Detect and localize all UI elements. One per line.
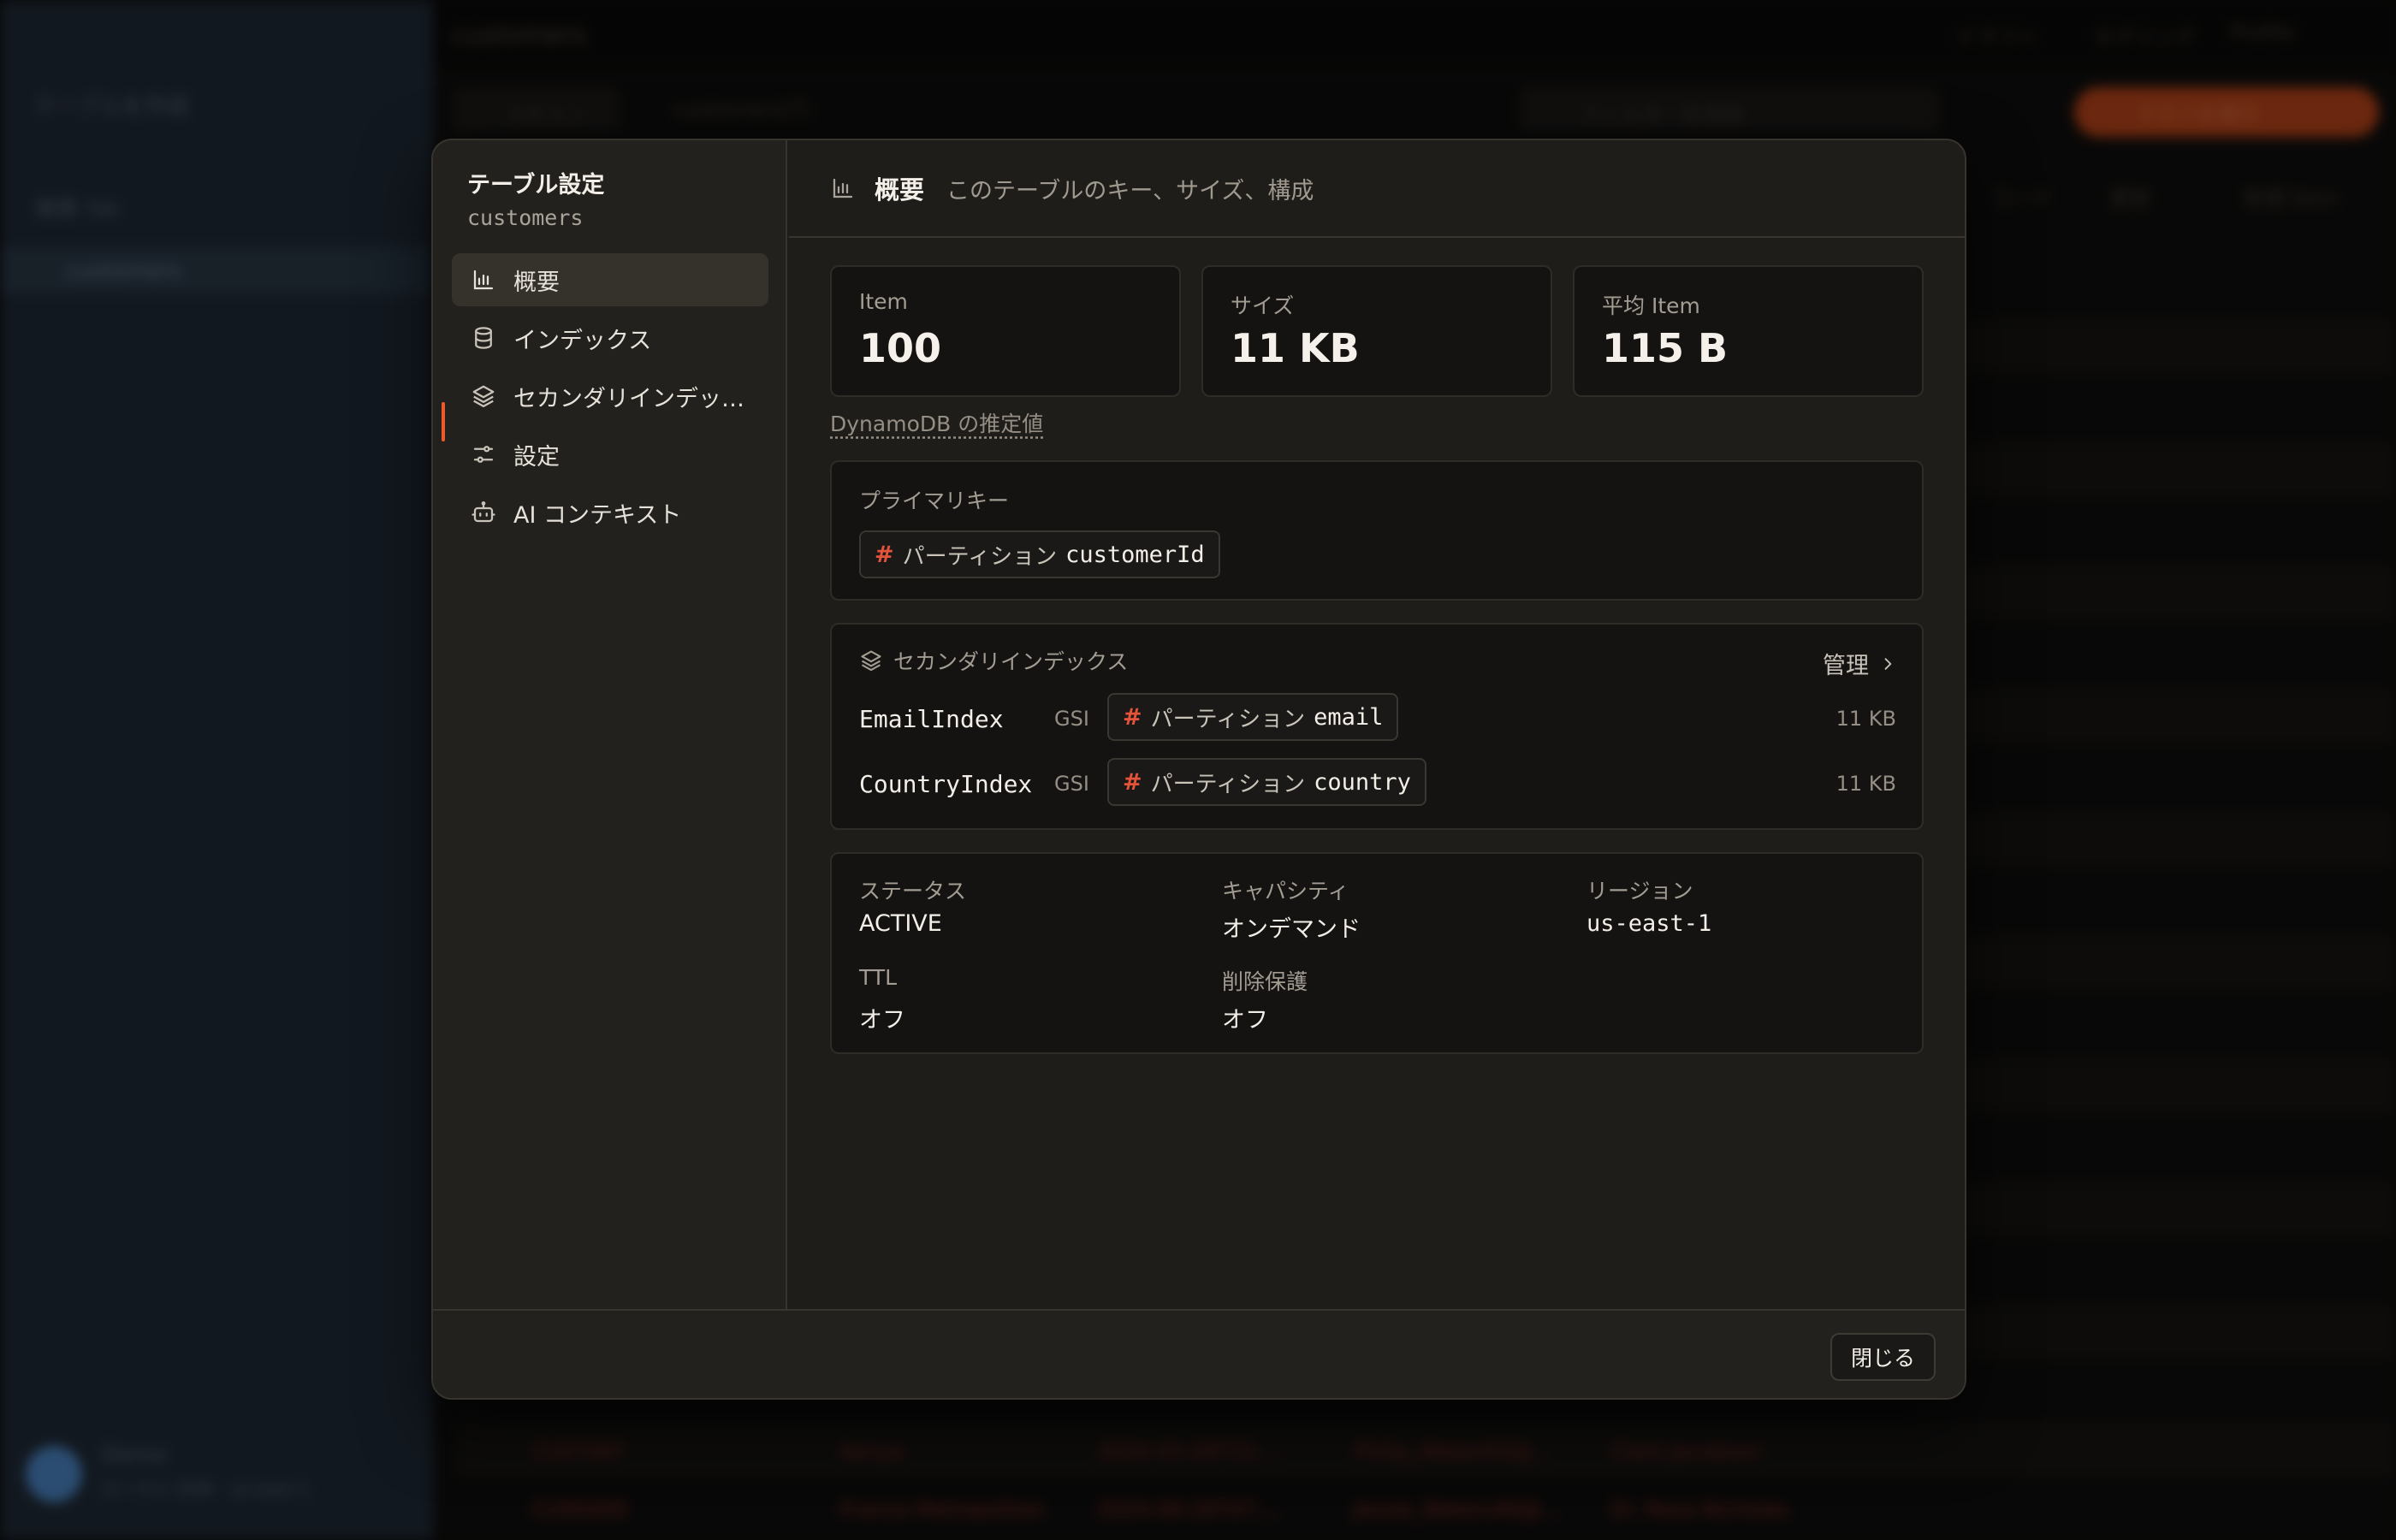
index-name: CountryIndex: [859, 770, 1033, 798]
stat-card-items: Item 100: [830, 265, 1181, 397]
key-type: パーティション: [1150, 706, 1306, 732]
nav-item-ai-context[interactable]: AI コンテキスト: [452, 486, 768, 539]
index-key-chip: # パーティション email: [1107, 693, 1399, 741]
secondary-indexes-card: セカンダリインデックス 管理 EmailIndex GSI # パーティション …: [830, 623, 1924, 830]
table-settings-dialog: テーブル設定 customers 概要 インデックス セカンダリインデックス 設…: [431, 139, 1966, 1400]
index-key-chip: # パーティション country: [1107, 758, 1426, 806]
capacity-label: キャパシティ: [1222, 879, 1349, 903]
layers-icon: [861, 650, 881, 672]
status-label: ステータス: [859, 879, 967, 903]
settings-nav: テーブル設定 customers 概要 インデックス セカンダリインデックス 設…: [433, 140, 787, 1309]
stat-value: 11 KB: [1231, 325, 1360, 371]
key-name: email: [1314, 703, 1384, 731]
layers-icon: [472, 385, 495, 407]
stat-value: 100: [859, 325, 942, 371]
nav-item-overview[interactable]: 概要: [452, 253, 768, 306]
dialog-footer: 閉じる: [433, 1309, 1965, 1398]
primary-key-label: プライマリキー: [859, 489, 1010, 513]
nav-label: 概要: [513, 269, 560, 296]
dialog-subtitle: customers: [467, 205, 584, 230]
nav-item-secondary-indexes[interactable]: セカンダリインデックス: [452, 370, 768, 423]
close-button[interactable]: 閉じる: [1830, 1333, 1936, 1381]
stat-label: サイズ: [1231, 293, 1295, 318]
secondary-indexes-label: セカンダリインデックス: [893, 649, 1129, 674]
status-value: ACTIVE: [859, 910, 942, 937]
key-name: customerId: [1065, 541, 1205, 568]
nav-item-settings[interactable]: 設定: [452, 428, 768, 481]
key-type: パーティション: [1150, 771, 1306, 797]
hash-icon: #: [1123, 703, 1142, 731]
manage-label: 管理: [1823, 653, 1869, 679]
capacity-value: オンデマンド: [1222, 916, 1361, 943]
index-name: EmailIndex: [859, 705, 1004, 733]
nav-item-indexes[interactable]: インデックス: [452, 311, 768, 364]
nav-label: AI コンテキスト: [513, 501, 682, 529]
chevron-right-icon: [1884, 657, 1892, 670]
database-icon: [475, 327, 492, 349]
table-meta-card: ステータス ACTIVE キャパシティ オンデマンド リージョン us-east…: [830, 852, 1924, 1054]
primary-key-card: プライマリキー # パーティション customerId: [830, 460, 1924, 601]
panel-title: 概要: [875, 175, 925, 204]
panel-header: 概要 このテーブルのキー、サイズ、構成: [789, 140, 1965, 238]
index-size: 11 KB: [1836, 707, 1896, 731]
sliders-icon: [473, 446, 494, 463]
panel-description: このテーブルのキー、サイズ、構成: [946, 177, 1314, 204]
nav-label: インデックス: [513, 327, 652, 354]
key-type: パーティション: [902, 543, 1058, 570]
partition-key-chip: # パーティション customerId: [859, 530, 1220, 578]
ttl-label: TTL: [859, 965, 898, 990]
stat-card-size: サイズ 11 KB: [1201, 265, 1552, 397]
hash-icon: #: [875, 541, 894, 568]
manage-indexes-link[interactable]: 管理: [1823, 647, 1896, 680]
nav-label: 設定: [513, 443, 560, 471]
deletion-protection-label: 削除保護: [1222, 969, 1308, 994]
overview-panel: 概要 このテーブルのキー、サイズ、構成 Item 100 サイズ 11 KB 平…: [789, 140, 1965, 1309]
bot-icon: [471, 501, 495, 523]
bar-chart-icon: [473, 270, 494, 290]
active-nav-indicator: [442, 402, 445, 441]
index-kind: GSI: [1054, 772, 1089, 796]
secondary-indexes-heading: セカンダリインデックス: [859, 645, 1128, 676]
region-label: リージョン: [1586, 879, 1693, 903]
ttl-value: オフ: [859, 1007, 905, 1034]
estimate-note: DynamoDB の推定値: [830, 412, 1044, 436]
dialog-title: テーブル設定: [467, 172, 605, 198]
stat-label: 平均 Item: [1602, 293, 1700, 318]
nav-label: セカンダリインデックス: [513, 385, 762, 412]
region-value: us-east-1: [1586, 910, 1712, 937]
stat-value: 115 B: [1602, 325, 1729, 371]
stat-label: Item: [859, 289, 908, 314]
stat-card-avg-item: 平均 Item 115 B: [1573, 265, 1924, 397]
hash-icon: #: [1123, 768, 1142, 796]
deletion-protection-value: オフ: [1222, 1007, 1268, 1034]
index-kind: GSI: [1054, 707, 1089, 731]
bar-chart-icon: [833, 178, 853, 198]
index-size: 11 KB: [1836, 772, 1896, 796]
key-name: country: [1314, 768, 1411, 796]
